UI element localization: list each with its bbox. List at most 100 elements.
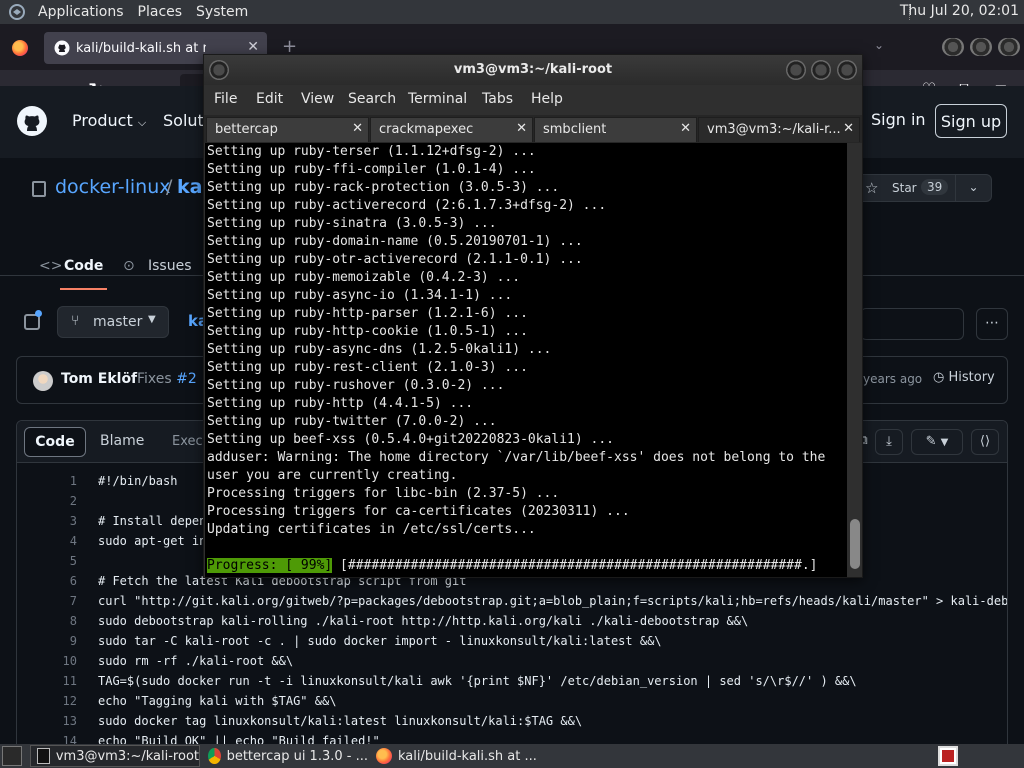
caret-down-icon: ▼ <box>148 314 156 325</box>
line-number[interactable]: 3 <box>37 511 77 531</box>
sign-in-link[interactable]: Sign in <box>871 110 926 129</box>
code-view-button[interactable]: Code <box>24 427 86 457</box>
history-icon: ◷ <box>933 370 945 385</box>
minimize-button[interactable] <box>786 60 806 80</box>
line-number[interactable]: 8 <box>37 611 77 631</box>
taskbar-item-firefox[interactable]: kali/build-kali.sh at ... <box>370 745 540 767</box>
issue-link[interactable]: #2 <box>176 371 197 387</box>
terminal-output: Setting up ruby-terser (1.1.12+dfsg-2) .… <box>205 143 847 539</box>
view-switch: Code Blame Execu <box>24 427 211 457</box>
tab-close-icon[interactable]: ✕ <box>247 39 259 55</box>
code-icon: <> <box>39 258 63 274</box>
line-number[interactable]: 11 <box>37 671 77 691</box>
tab-list-icon[interactable]: ⌄ <box>874 38 884 52</box>
top-panel: Applications Places System Thu Jul 20, 0… <box>0 0 1024 24</box>
system-menu[interactable]: System <box>192 4 252 20</box>
terminal-titlebar[interactable]: vm3@vm3:~/kali-root <box>204 55 862 85</box>
chevron-down-icon: ⌵ <box>137 116 147 129</box>
github-logo-icon[interactable] <box>16 105 48 137</box>
terminal-line: Setting up ruby-http-parser (1.2.1-6) ..… <box>207 306 528 321</box>
menu-tabs[interactable]: Tabs <box>482 91 513 107</box>
terminal-line: Setting up ruby-rushover (0.3.0-2) ... <box>207 378 505 393</box>
branch-selector[interactable]: ⑂ master ▼ <box>57 306 169 338</box>
menu-terminal[interactable]: Terminal <box>408 91 467 107</box>
blame-view-button[interactable]: Blame <box>100 433 144 449</box>
sign-up-button[interactable]: Sign up <box>935 104 1007 138</box>
terminal-line: adduser: Warning: The home directory `/v… <box>207 450 826 465</box>
close-icon[interactable]: ✕ <box>680 121 691 136</box>
line-code: sudo debootstrap kali-rolling ./kali-roo… <box>98 614 749 628</box>
close-icon[interactable]: ✕ <box>516 121 527 136</box>
star-button[interactable]: ☆ Star 39 ⌄ <box>856 174 992 202</box>
star-dropdown-icon[interactable]: ⌄ <box>955 175 991 201</box>
places-menu[interactable]: Places <box>134 4 187 20</box>
minimize-button[interactable] <box>942 38 964 56</box>
download-icon[interactable]: ⤓ <box>875 429 903 455</box>
close-window-button[interactable] <box>837 60 857 80</box>
line-number[interactable]: 12 <box>37 691 77 711</box>
maximize-button[interactable] <box>970 38 992 56</box>
terminal-tab-crackmapexec[interactable]: crackmapexec ✕ <box>370 117 533 142</box>
line-number[interactable]: 5 <box>37 551 77 571</box>
close-window-button[interactable] <box>998 38 1020 56</box>
commit-author[interactable]: Tom Eklöf <box>61 371 137 387</box>
close-icon[interactable]: ✕ <box>843 121 854 136</box>
line-number[interactable]: 6 <box>37 571 77 591</box>
file-search-input[interactable] <box>860 308 964 340</box>
tab-issues[interactable]: ⊙ Issues <box>123 258 192 274</box>
more-options-button[interactable]: ⋯ <box>976 308 1008 340</box>
line-code: # Install depen <box>98 514 207 528</box>
line-number[interactable]: 2 <box>37 491 77 511</box>
avatar[interactable] <box>33 371 53 391</box>
terminal-line: Setting up ruby-twitter (7.0.0-2) ... <box>207 414 497 429</box>
applications-menu[interactable]: Applications <box>34 4 128 20</box>
terminal-window: vm3@vm3:~/kali-root File Edit View Searc… <box>203 54 863 578</box>
nav-solutions[interactable]: Soluti <box>163 111 208 130</box>
terminal-screen[interactable]: Setting up ruby-terser (1.1.12+dfsg-2) .… <box>205 143 847 577</box>
line-number[interactable]: 10 <box>37 651 77 671</box>
close-icon[interactable]: ✕ <box>352 121 363 136</box>
kali-dragon-icon[interactable] <box>6 1 28 23</box>
line-number[interactable]: 13 <box>37 711 77 731</box>
edit-button[interactable]: ✎ ▼ <box>911 429 963 455</box>
code-line: 11 TAG=$(sudo docker run -t -i linuxkonsu… <box>17 671 1007 691</box>
apt-progress: Progress: [ 99%] [######################… <box>207 557 818 575</box>
caret-down-icon: ▼ <box>940 437 949 448</box>
clock[interactable]: Thu Jul 20, 02:01 <box>900 3 1019 19</box>
pencil-icon: ✎ <box>925 434 937 449</box>
line-number[interactable]: 1 <box>37 471 77 491</box>
menu-file[interactable]: File <box>214 91 237 107</box>
star-icon: ☆ <box>865 179 879 197</box>
menu-help[interactable]: Help <box>531 91 563 107</box>
maximize-button[interactable] <box>811 60 831 80</box>
repo-owner-link[interactable]: docker-linux <box>55 176 170 198</box>
firefox-icon[interactable] <box>12 40 28 56</box>
menu-view[interactable]: View <box>301 91 334 107</box>
taskbar-item-bettercap[interactable]: bettercap ui 1.3.0 - ... <box>202 745 368 767</box>
terminal-line: Setting up ruby-async-dns (1.2.5-0kali1)… <box>207 342 552 357</box>
line-number[interactable]: 7 <box>37 591 77 611</box>
scrollbar-thumb[interactable] <box>850 519 860 569</box>
line-number[interactable]: 9 <box>37 631 77 651</box>
menu-search[interactable]: Search <box>348 91 396 107</box>
terminal-tab-active[interactable]: vm3@vm3:~/kali-r... ✕ <box>698 117 860 142</box>
terminal-tab-smbclient[interactable]: smbclient ✕ <box>534 117 697 142</box>
window-menu-button[interactable] <box>209 60 229 80</box>
tab-code[interactable]: <> Code <box>39 258 108 290</box>
history-link[interactable]: ◷ History <box>933 370 995 385</box>
terminal-line: Setting up ruby-async-io (1.34.1-1) ... <box>207 288 513 303</box>
taskbar-item-terminal[interactable]: vm3@vm3:~/kali-root <box>30 745 200 767</box>
menu-edit[interactable]: Edit <box>256 91 283 107</box>
terminal-tab-bettercap[interactable]: bettercap ✕ <box>206 117 369 142</box>
workspace-switcher[interactable] <box>938 746 958 766</box>
terminal-line: Setting up ruby-memoizable (0.4.2-3) ... <box>207 270 521 285</box>
nav-product[interactable]: Product ⌵ <box>72 111 146 130</box>
terminal-line: Setting up ruby-rack-protection (3.0.5-3… <box>207 180 560 195</box>
progress-label: Progress: [ 99%] <box>207 558 333 573</box>
show-desktop-icon[interactable] <box>2 746 22 766</box>
terminal-scrollbar[interactable] <box>849 143 861 577</box>
firefox-icon <box>376 748 392 764</box>
symbols-icon[interactable]: ⟨⟩ <box>971 429 999 455</box>
terminal-menubar: File Edit View Search Terminal Tabs Help <box>204 85 862 113</box>
line-number[interactable]: 4 <box>37 531 77 551</box>
